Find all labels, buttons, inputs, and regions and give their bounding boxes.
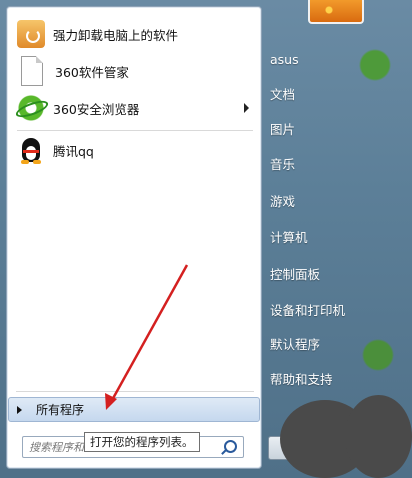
annotation-arrow (105, 264, 189, 410)
